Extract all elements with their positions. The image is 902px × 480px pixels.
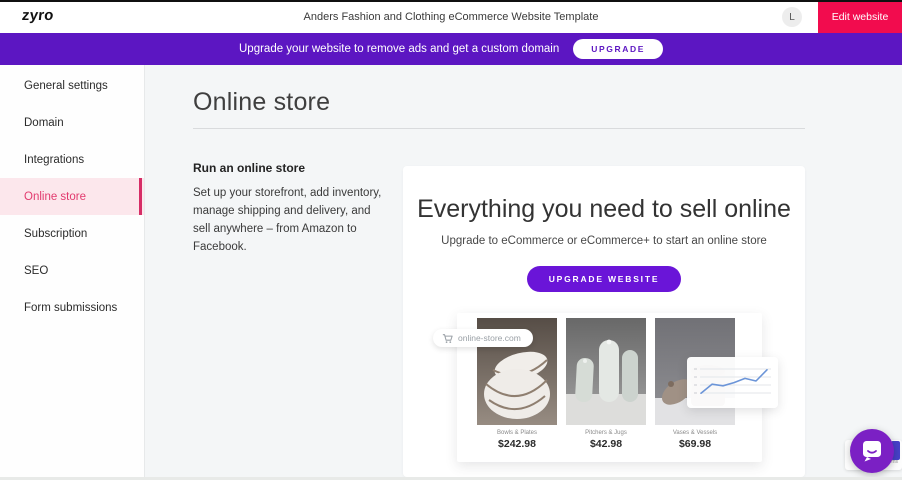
chat-widget-button[interactable] <box>850 429 894 473</box>
store-url-text: online-store.com <box>458 333 521 343</box>
top-edge <box>0 0 902 2</box>
intro-text-block: Run an online store Set up your storefro… <box>193 161 388 256</box>
trend-chart <box>687 357 778 408</box>
product-card: Pitchers & Jugs $42.98 <box>566 318 646 450</box>
upgrade-banner: Upgrade your website to remove ads and g… <box>0 33 902 65</box>
sidebar-item-general-settings[interactable]: General settings <box>0 67 144 104</box>
product-image-pitchers <box>566 318 646 425</box>
user-avatar[interactable]: L <box>782 7 802 27</box>
sidebar-item-seo[interactable]: SEO <box>0 252 144 289</box>
cart-icon <box>442 333 453 344</box>
title-divider <box>193 128 805 129</box>
upgrade-website-button[interactable]: UPGRADE WEBSITE <box>527 266 682 292</box>
sidebar-item-domain[interactable]: Domain <box>0 104 144 141</box>
product-price: $242.98 <box>477 438 557 450</box>
promo-subheading: Upgrade to eCommerce or eCommerce+ to st… <box>403 235 805 247</box>
product-name: Vases & Vessels <box>655 430 735 436</box>
promo-heading: Everything you need to sell online <box>403 195 805 224</box>
topbar: zyro Anders Fashion and Clothing eCommer… <box>0 0 902 33</box>
intro-heading: Run an online store <box>193 161 388 175</box>
ecommerce-promo-card: Everything you need to sell online Upgra… <box>403 166 805 477</box>
sidebar-item-subscription[interactable]: Subscription <box>0 215 144 252</box>
store-url-pill: online-store.com <box>433 329 533 347</box>
sidebar-item-integrations[interactable]: Integrations <box>0 141 144 178</box>
sidebar-item-online-store[interactable]: Online store <box>0 178 144 215</box>
main-content: Online store Run an online store Set up … <box>145 65 902 477</box>
product-price: $69.98 <box>655 438 735 450</box>
chat-bubble-icon <box>859 438 885 464</box>
product-price: $42.98 <box>566 438 646 450</box>
product-name: Pitchers & Jugs <box>566 430 646 436</box>
page-title: Online store <box>193 88 330 117</box>
site-template-title: Anders Fashion and Clothing eCommerce We… <box>0 0 902 33</box>
upgrade-banner-button[interactable]: UPGRADE <box>573 39 663 59</box>
upgrade-banner-text: Upgrade your website to remove ads and g… <box>239 43 559 55</box>
trend-line <box>701 370 767 393</box>
app-window: zyro Anders Fashion and Clothing eCommer… <box>0 0 902 480</box>
settings-sidebar: General settings Domain Integrations Onl… <box>0 65 145 477</box>
product-name: Bowls & Plates <box>477 430 557 436</box>
edit-website-button[interactable]: Edit website <box>818 0 902 33</box>
sidebar-item-form-submissions[interactable]: Form submissions <box>0 289 144 326</box>
intro-body: Set up your storefront, add inventory, m… <box>193 184 388 256</box>
